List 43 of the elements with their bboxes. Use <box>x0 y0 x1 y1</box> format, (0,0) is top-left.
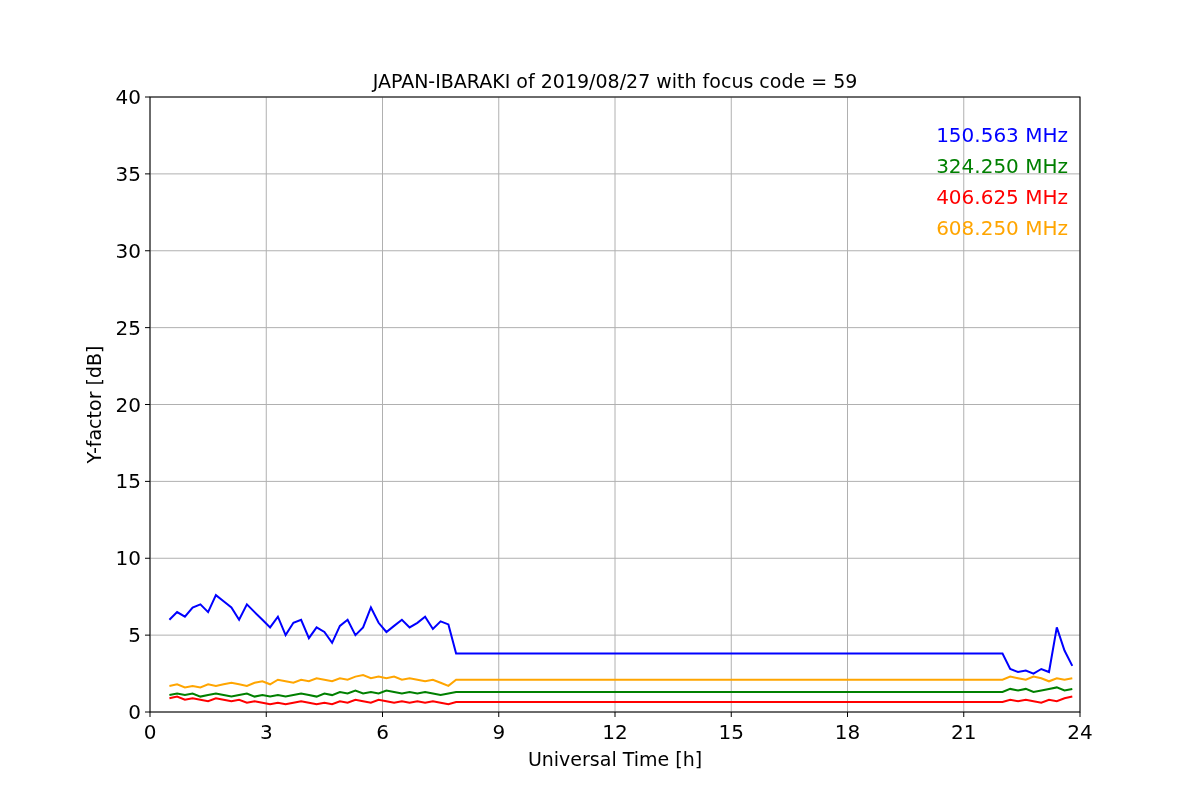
y-tick <box>144 634 151 636</box>
x-tick <box>382 711 383 718</box>
chart-title: JAPAN-IBARAKI of 2019/08/27 with focus code = 59 <box>372 70 858 92</box>
x-tick <box>963 711 965 718</box>
x-tick-label: 9 <box>492 720 506 744</box>
y-tick-label: 15 <box>115 469 141 494</box>
y-tick <box>144 480 151 482</box>
y-tick-label: 25 <box>115 315 141 340</box>
y-tick <box>144 327 151 329</box>
x-tick <box>614 711 616 718</box>
legend-label: 608.250 MHz <box>936 216 1068 240</box>
y-tick-label: 30 <box>115 238 141 263</box>
x-tick-label: 18 <box>834 720 861 744</box>
legend-label: 324.250 MHz <box>936 154 1068 178</box>
x-tick-label: 24 <box>1067 720 1093 744</box>
y-tick-label: 10 <box>115 546 141 571</box>
x-tick <box>1079 711 1081 718</box>
x-axis-label: Universal Time [h] <box>527 748 703 770</box>
y-tick-label: 40 <box>115 85 141 109</box>
x-tick <box>265 711 267 718</box>
x-tick-label: 15 <box>718 720 744 744</box>
y-tick <box>144 557 151 559</box>
y-tick <box>144 404 151 405</box>
x-tick <box>847 711 848 718</box>
y-tick-label: 35 <box>115 161 141 186</box>
y-tick-label: 20 <box>115 392 141 417</box>
y-tick <box>144 96 151 98</box>
y-tick <box>144 250 151 252</box>
x-tick-label: 0 <box>143 720 157 744</box>
y-tick-label: 5 <box>128 623 141 648</box>
y-tick <box>144 711 151 713</box>
x-tick-label: 6 <box>376 720 389 744</box>
y-axis-label: Y-factor [dB] <box>83 345 105 464</box>
legend-label: 150.563 MHz <box>936 123 1068 147</box>
x-tick <box>730 711 732 718</box>
x-tick-label: 12 <box>602 720 628 744</box>
y-tick-label: 0 <box>128 700 141 724</box>
y-tick <box>144 173 151 175</box>
x-tick-label: 3 <box>259 720 273 744</box>
legend-label: 406.625 MHz <box>936 185 1068 209</box>
x-tick <box>498 711 500 718</box>
x-tick <box>149 711 151 718</box>
x-tick-label: 21 <box>951 720 977 744</box>
